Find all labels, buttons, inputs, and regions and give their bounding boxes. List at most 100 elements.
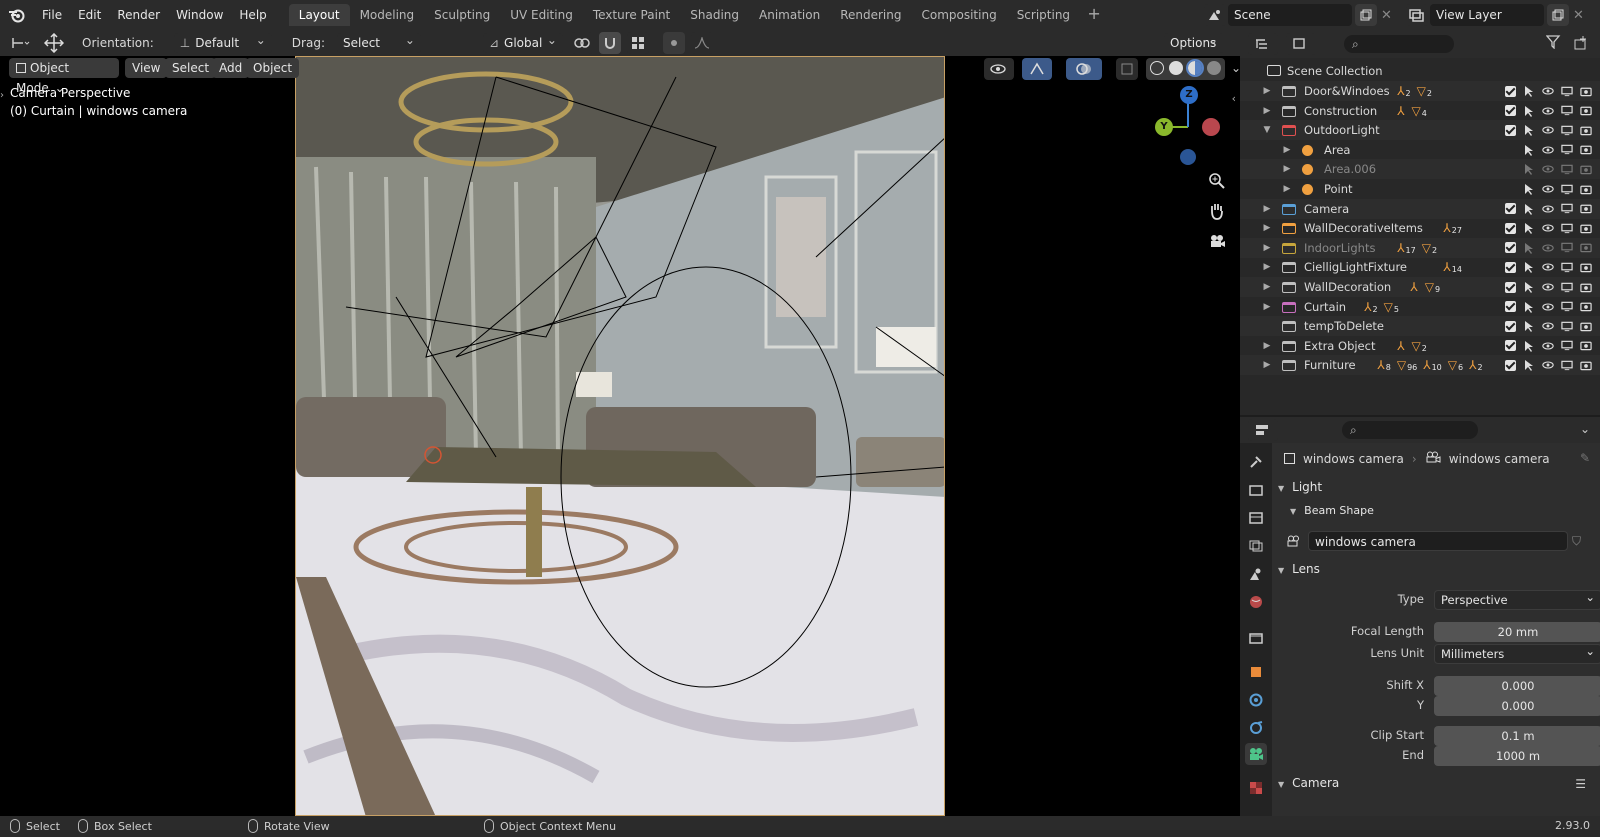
- armature-child-icon[interactable]: ⅄: [1397, 339, 1405, 353]
- properties-editor-type-icon[interactable]: [1248, 419, 1278, 441]
- object-mode-dropdown[interactable]: Object Mode ⌄: [9, 58, 119, 95]
- camera-panel-header[interactable]: ▼ Camera: [1278, 776, 1339, 790]
- snap-toggle-icon[interactable]: [598, 32, 621, 54]
- selectable-arrow-icon[interactable]: [1523, 124, 1535, 137]
- viewport-monitor-icon[interactable]: [1561, 222, 1573, 234]
- exclude-checkbox[interactable]: [1504, 359, 1516, 371]
- menu-file[interactable]: File: [34, 4, 70, 26]
- expand-toggle-icon[interactable]: ▶: [1262, 262, 1272, 272]
- snap-target-icon[interactable]: [626, 32, 649, 54]
- outliner-item[interactable]: ▶ Extra Object ⅄ ▽ 2: [1240, 336, 1600, 356]
- orientation-dropdown[interactable]: ⊥ Default: [173, 30, 272, 53]
- sidebar-expand-icon[interactable]: ‹: [1232, 92, 1236, 105]
- drag-dropdown[interactable]: Select Box: [336, 30, 421, 70]
- tab-texture-paint[interactable]: Texture Paint: [583, 4, 680, 26]
- exclude-checkbox[interactable]: [1504, 320, 1516, 332]
- viewport-monitor-icon[interactable]: [1561, 320, 1573, 332]
- exclude-checkbox[interactable]: [1504, 340, 1516, 352]
- exclude-checkbox[interactable]: [1504, 105, 1516, 117]
- outliner-item[interactable]: ▼ OutdoorLight: [1240, 120, 1600, 141]
- outliner-item[interactable]: ▶ CielligLightFixture ⅄ 14: [1240, 257, 1600, 277]
- render-camera-icon[interactable]: [1580, 144, 1592, 156]
- display-mode-icon[interactable]: [1286, 33, 1316, 55]
- texture-tab-icon[interactable]: [1245, 777, 1267, 799]
- hide-eye-icon[interactable]: [1542, 359, 1554, 371]
- filter-icon[interactable]: [1545, 35, 1564, 52]
- armature-child-icon[interactable]: ⅄: [1397, 104, 1405, 118]
- viewport-monitor-icon[interactable]: [1561, 340, 1573, 352]
- armature-child-icon[interactable]: ⅄ 17: [1397, 241, 1416, 255]
- camera-data-tab-icon[interactable]: [1245, 743, 1267, 765]
- viewport-monitor-icon[interactable]: [1561, 203, 1573, 215]
- lens-type-dropdown[interactable]: Perspective: [1434, 588, 1600, 610]
- properties-options-chevron-icon[interactable]: ⌄: [1580, 422, 1590, 436]
- lens-unit-dropdown[interactable]: Millimeters: [1434, 642, 1600, 664]
- mesh-child-icon[interactable]: ▽ 2: [1417, 84, 1432, 98]
- viewport-monitor-icon[interactable]: [1561, 359, 1573, 371]
- falloff-icon[interactable]: [690, 32, 713, 54]
- outliner-item[interactable]: ▶ Camera: [1240, 198, 1600, 219]
- add-workspace-button[interactable]: +: [1084, 5, 1104, 25]
- viewport-monitor-icon[interactable]: [1561, 183, 1573, 195]
- render-camera-icon[interactable]: [1580, 261, 1592, 273]
- render-camera-icon[interactable]: [1580, 222, 1592, 234]
- hide-eye-icon[interactable]: [1542, 203, 1554, 215]
- expand-toggle-icon[interactable]: ▶: [1262, 106, 1272, 116]
- outliner-item[interactable]: ▶ Point: [1240, 179, 1600, 199]
- pivot-point-icon[interactable]: [570, 32, 593, 54]
- wireframe-shading-icon[interactable]: [1150, 61, 1164, 75]
- menu-edit[interactable]: Edit: [70, 4, 109, 26]
- constraints-tab-icon[interactable]: [1245, 717, 1267, 739]
- exclude-checkbox[interactable]: [1504, 203, 1516, 215]
- outliner-item[interactable]: ▶ WallDecorativeItems ⅄ 27: [1240, 218, 1600, 238]
- exclude-checkbox[interactable]: [1504, 261, 1516, 273]
- render-camera-icon[interactable]: [1580, 242, 1592, 254]
- fake-user-shield-icon[interactable]: ⛉: [1572, 534, 1581, 549]
- exclude-checkbox[interactable]: [1504, 242, 1516, 254]
- tab-animation[interactable]: Animation: [749, 4, 830, 26]
- view-layer-icon[interactable]: [1406, 4, 1428, 26]
- tab-sculpting[interactable]: Sculpting: [424, 4, 500, 26]
- solid-shading-icon[interactable]: [1169, 61, 1183, 75]
- render-tab-icon[interactable]: [1245, 479, 1267, 501]
- tool-tab-icon[interactable]: [1245, 451, 1267, 473]
- expand-toggle-icon[interactable]: ▶: [1282, 184, 1292, 194]
- pan-view-hand-icon[interactable]: [1204, 198, 1230, 224]
- viewport-monitor-icon[interactable]: [1561, 281, 1573, 293]
- viewport-monitor-icon[interactable]: [1561, 124, 1573, 136]
- mesh-child-icon[interactable]: ▽ 6: [1448, 358, 1463, 372]
- xray-toggle-icon[interactable]: [1116, 58, 1138, 80]
- armature-child-icon[interactable]: ⅄ 14: [1443, 260, 1462, 274]
- selectable-arrow-icon[interactable]: [1523, 261, 1535, 274]
- view-layer-tab-icon[interactable]: [1245, 535, 1267, 557]
- outliner-item[interactable]: ▶ Furniture ⅄ 8 ▽ 96 ⅄ 10 ▽ 6 ⅄ 2: [1240, 355, 1600, 376]
- expand-toggle-icon[interactable]: ▶: [1262, 282, 1272, 292]
- rendered-shading-icon[interactable]: [1207, 61, 1221, 75]
- hide-eye-icon[interactable]: [1542, 261, 1554, 273]
- focal-length-field[interactable]: 20 mm: [1434, 622, 1600, 642]
- view-menu[interactable]: View: [125, 58, 168, 78]
- proportional-edit-icon[interactable]: [662, 32, 685, 54]
- viewport-monitor-icon[interactable]: [1561, 301, 1573, 313]
- selectable-arrow-icon[interactable]: [1523, 320, 1535, 333]
- clip-start-field[interactable]: 0.1 m: [1434, 726, 1600, 746]
- render-camera-icon[interactable]: [1580, 320, 1592, 332]
- tab-uv-editing[interactable]: UV Editing: [500, 4, 583, 26]
- render-camera-icon[interactable]: [1580, 340, 1592, 352]
- gizmo-z-axis[interactable]: Z: [1180, 86, 1198, 104]
- editor-type-icon[interactable]: [0, 36, 40, 50]
- hide-eye-icon[interactable]: [1542, 281, 1554, 293]
- selectable-arrow-icon[interactable]: [1523, 242, 1535, 254]
- render-camera-icon[interactable]: [1580, 359, 1592, 371]
- expand-toggle-icon[interactable]: ▶: [1262, 341, 1272, 351]
- physics-tab-icon[interactable]: [1245, 689, 1267, 711]
- expand-toggle-icon[interactable]: ▶: [1262, 302, 1272, 312]
- selectable-arrow-icon[interactable]: [1523, 85, 1535, 97]
- armature-child-icon[interactable]: ⅄ 2: [1397, 84, 1410, 98]
- new-view-layer-icon[interactable]: [1547, 4, 1569, 26]
- gizmo-y-axis[interactable]: Y: [1155, 118, 1173, 136]
- world-tab-icon[interactable]: [1245, 591, 1267, 613]
- scene-tab-icon[interactable]: [1245, 563, 1267, 585]
- render-camera-icon[interactable]: [1580, 85, 1592, 97]
- scene-icon[interactable]: [1204, 4, 1226, 26]
